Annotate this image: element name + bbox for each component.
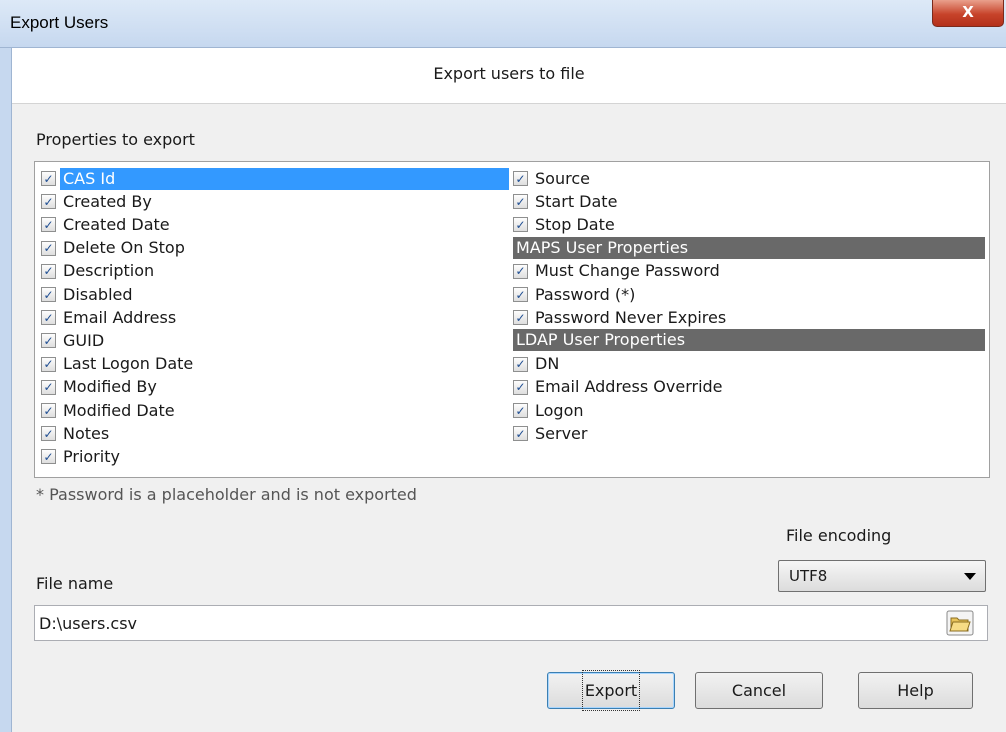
folder-open-icon <box>946 610 974 636</box>
property-item-cas-id[interactable]: ✓ CAS Id <box>41 167 509 190</box>
property-item-disabled[interactable]: ✓ Disabled <box>41 283 136 306</box>
property-item-description[interactable]: ✓ Description <box>41 260 157 283</box>
property-label: Description <box>63 261 155 281</box>
property-label: Must Change Password <box>535 261 720 281</box>
window-title: Export Users <box>10 13 109 32</box>
header-band: Export users to file <box>12 48 1006 104</box>
cancel-button[interactable]: Cancel <box>695 672 823 709</box>
property-item-dn[interactable]: ✓ DN <box>513 353 562 376</box>
checkbox-icon[interactable]: ✓ <box>41 194 56 210</box>
property-item-logon[interactable]: ✓ Logon <box>513 399 587 422</box>
close-icon: X <box>962 3 974 21</box>
property-label: Password Never Expires <box>535 307 727 327</box>
checkbox-icon[interactable]: ✓ <box>41 403 56 418</box>
property-item-created-by[interactable]: ✓ Created By <box>41 190 155 213</box>
export-button-label: Export <box>581 670 641 711</box>
file-name-value: D:\users.csv <box>39 614 138 633</box>
property-label: Logon <box>535 400 584 420</box>
checkbox-icon[interactable]: ✓ <box>513 287 528 302</box>
property-item-start-date[interactable]: ✓ Start Date <box>513 190 620 213</box>
group-header-ldap-user-properties: LDAP User Properties <box>513 329 985 352</box>
properties-label: Properties to export <box>36 130 195 149</box>
property-label: Password (*) <box>535 284 636 304</box>
checkbox-icon[interactable]: ✓ <box>513 356 528 372</box>
checkbox-icon[interactable]: ✓ <box>41 333 56 349</box>
file-encoding-label: File encoding <box>786 526 892 545</box>
checkbox-icon[interactable]: ✓ <box>41 356 56 372</box>
group-header-maps-user-properties: MAPS User Properties <box>513 236 985 259</box>
property-item-guid[interactable]: ✓ GUID <box>41 329 107 352</box>
file-encoding-select[interactable]: UTF8 <box>778 560 986 592</box>
checkbox-icon[interactable]: ✓ <box>41 379 56 395</box>
checkbox-icon[interactable]: ✓ <box>513 310 528 326</box>
header-text: Export users to file <box>433 64 585 83</box>
property-label: Created By <box>63 191 152 211</box>
checkbox-icon[interactable]: ✓ <box>41 310 56 326</box>
password-footnote: * Password is a placeholder and is not e… <box>36 485 417 504</box>
help-button-label: Help <box>897 681 934 700</box>
export-button[interactable]: Export <box>547 670 675 711</box>
property-label: Server <box>535 423 588 443</box>
property-label: Stop Date <box>535 214 615 234</box>
property-label: Priority <box>63 446 120 466</box>
property-item-server[interactable]: ✓ Server <box>513 422 590 445</box>
checkbox-icon[interactable]: ✓ <box>41 240 56 256</box>
property-label: Delete On Stop <box>63 238 185 258</box>
property-item-stop-date[interactable]: ✓ Stop Date <box>513 213 618 236</box>
help-button[interactable]: Help <box>858 672 973 709</box>
property-label: Notes <box>63 423 110 443</box>
property-item-last-logon-date[interactable]: ✓ Last Logon Date <box>41 353 196 376</box>
property-label: Email Address Override <box>535 377 723 397</box>
checkbox-icon[interactable]: ✓ <box>513 263 528 279</box>
property-item-email-address-override[interactable]: ✓ Email Address Override <box>513 376 726 399</box>
property-label: DN <box>535 354 560 374</box>
property-item-modified-by[interactable]: ✓ Modified By <box>41 376 160 399</box>
checkbox-icon[interactable]: ✓ <box>513 403 528 418</box>
checkbox-icon[interactable]: ✓ <box>513 426 528 442</box>
property-label: Last Logon Date <box>63 354 194 374</box>
checkbox-icon[interactable]: ✓ <box>41 287 56 302</box>
property-label: Email Address <box>63 307 177 327</box>
cancel-button-label: Cancel <box>731 681 787 700</box>
property-label: Modified Date <box>63 400 175 420</box>
file-name-input[interactable]: D:\users.csv <box>34 605 988 641</box>
title-bar: Export Users X <box>0 0 1006 48</box>
property-item-source[interactable]: ✓ Source <box>513 167 593 190</box>
checkbox-icon[interactable]: ✓ <box>41 171 56 186</box>
close-button[interactable]: X <box>932 0 1004 27</box>
property-label: CAS Id <box>60 167 509 190</box>
file-encoding-value: UTF8 <box>789 567 828 585</box>
checkbox-icon[interactable]: ✓ <box>513 171 528 186</box>
property-item-notes[interactable]: ✓ Notes <box>41 422 112 445</box>
window-frame <box>0 48 12 732</box>
property-item-created-date[interactable]: ✓ Created Date <box>41 213 173 236</box>
property-item-password-never-expires[interactable]: ✓ Password Never Expires <box>513 306 729 329</box>
property-label: Start Date <box>535 191 618 211</box>
property-item-password[interactable]: ✓ Password (*) <box>513 283 638 306</box>
checkbox-icon[interactable]: ✓ <box>41 217 56 233</box>
property-item-priority[interactable]: ✓ Priority <box>41 445 123 468</box>
property-item-email-address[interactable]: ✓ Email Address <box>41 306 179 329</box>
chevron-down-icon <box>964 573 976 580</box>
file-name-label: File name <box>36 574 114 593</box>
checkbox-icon[interactable]: ✓ <box>513 217 528 233</box>
property-label: Modified By <box>63 377 157 397</box>
property-item-modified-date[interactable]: ✓ Modified Date <box>41 399 178 422</box>
property-label: Disabled <box>63 284 133 304</box>
checkbox-icon[interactable]: ✓ <box>41 449 56 465</box>
properties-list[interactable]: ✓ CAS Id ✓ Created By ✓ Created Date ✓ Delete O… <box>34 161 990 478</box>
browse-button[interactable] <box>946 610 974 636</box>
property-item-delete-on-stop[interactable]: ✓ Delete On Stop <box>41 237 188 260</box>
checkbox-icon[interactable]: ✓ <box>513 194 528 210</box>
property-label: Created Date <box>63 214 170 234</box>
property-label: Source <box>535 168 590 188</box>
property-label: GUID <box>63 330 105 350</box>
checkbox-icon[interactable]: ✓ <box>513 379 528 395</box>
checkbox-icon[interactable]: ✓ <box>41 426 56 442</box>
property-item-must-change-password[interactable]: ✓ Must Change Password <box>513 260 723 283</box>
export-users-dialog: Export Users X Export users to file Prop… <box>0 0 1006 732</box>
checkbox-icon[interactable]: ✓ <box>41 263 56 279</box>
